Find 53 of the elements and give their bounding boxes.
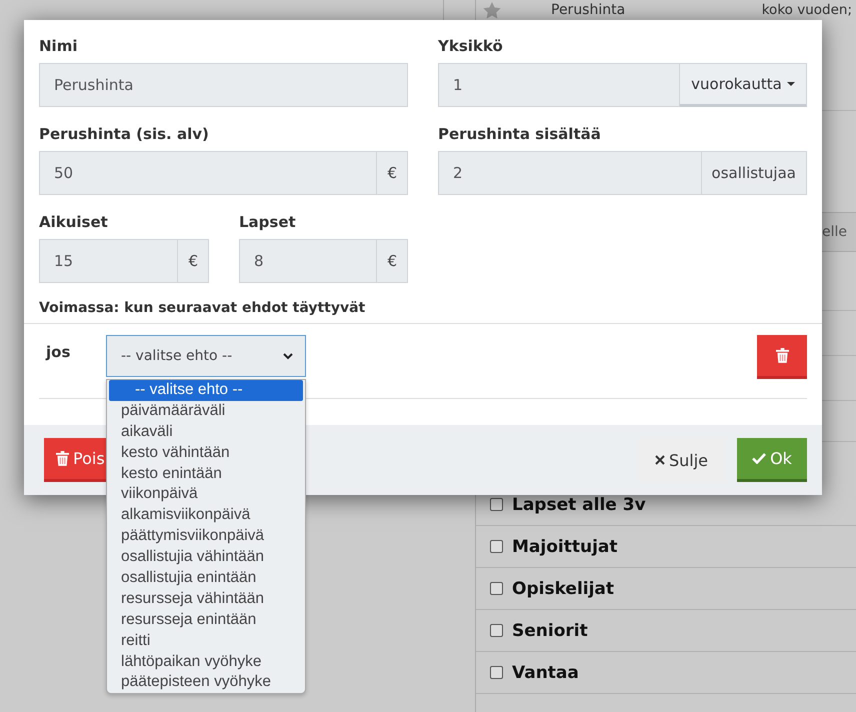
condition-select[interactable]: -- valitse ehto -- [106,335,306,377]
dropdown-option[interactable]: -- valitse ehto -- [109,380,303,401]
field-label: Yksikkö [438,37,504,57]
checkbox[interactable] [490,624,503,637]
delete-condition-button[interactable] [757,335,807,379]
dropdown-option[interactable]: osallistujia vähintään [107,547,305,568]
dropdown-option[interactable]: reitti [107,630,305,652]
dropdown-option[interactable]: päivämääräväli [107,400,305,422]
dropdown-option[interactable]: viikonpäivä [107,484,305,506]
group-label: Lapset alle 3v [512,494,646,514]
close-icon [654,455,665,465]
group-label: Majoittujat [512,536,618,556]
unit-dropdown[interactable]: vuorokautta [680,63,807,107]
star-icon[interactable] [483,2,501,18]
input-field[interactable]: 1 [438,63,680,107]
trash-icon [776,348,788,363]
validity-heading: Voimassa: kun seuraavat ehdot täyttyvät [39,300,366,316]
check-icon [752,453,766,464]
field-label: Perushinta sisältää [438,125,602,145]
side-button[interactable]: elle [822,212,856,252]
input-field[interactable]: 8 [239,239,378,283]
dropdown-option[interactable]: alkamisviikonpäivä [107,505,305,526]
caret-icon [786,82,795,86]
trash-icon [56,451,69,466]
dropdown-option[interactable]: resursseja enintään [107,610,305,631]
price-name: Perushinta [551,2,626,18]
dropdown-option[interactable]: osallistujia enintään [107,568,305,589]
dropdown-option[interactable]: päätepisteen vyöhyke [107,672,305,694]
unit-addon: € [178,239,209,283]
field-label: Lapset [239,213,297,233]
checkbox[interactable] [490,582,503,595]
price-period: koko vuoden; [762,2,852,18]
checkbox[interactable] [490,666,503,679]
dropdown-option[interactable]: lähtöpaikan vyöhyke [107,652,305,672]
unit-addon: osallistujaa [702,151,807,195]
input-field[interactable]: 2 [438,151,702,195]
input-field[interactable]: 15 [39,239,178,283]
chevron-icon [283,352,293,360]
field-label: Aikuiset [39,213,109,233]
group-label: Vantaa [512,662,579,682]
checkbox[interactable] [490,540,503,553]
input-field[interactable]: 50 [39,151,378,195]
unit-addon: € [377,151,408,195]
checkbox[interactable] [490,498,503,511]
dropdown-option[interactable]: resursseja vähintään [107,588,305,610]
dropdown-option[interactable]: päättymisviikonpäivä [107,526,305,548]
group-label: Seniorit [512,620,588,640]
input-field[interactable]: Perushinta [39,63,408,107]
condition-prefix: jos [46,343,72,361]
field-label: Nimi [39,37,78,57]
group-label: Opiskelijat [512,578,614,598]
field-label: Perushinta (sis. alv) [39,125,210,145]
unit-addon: € [377,239,408,283]
